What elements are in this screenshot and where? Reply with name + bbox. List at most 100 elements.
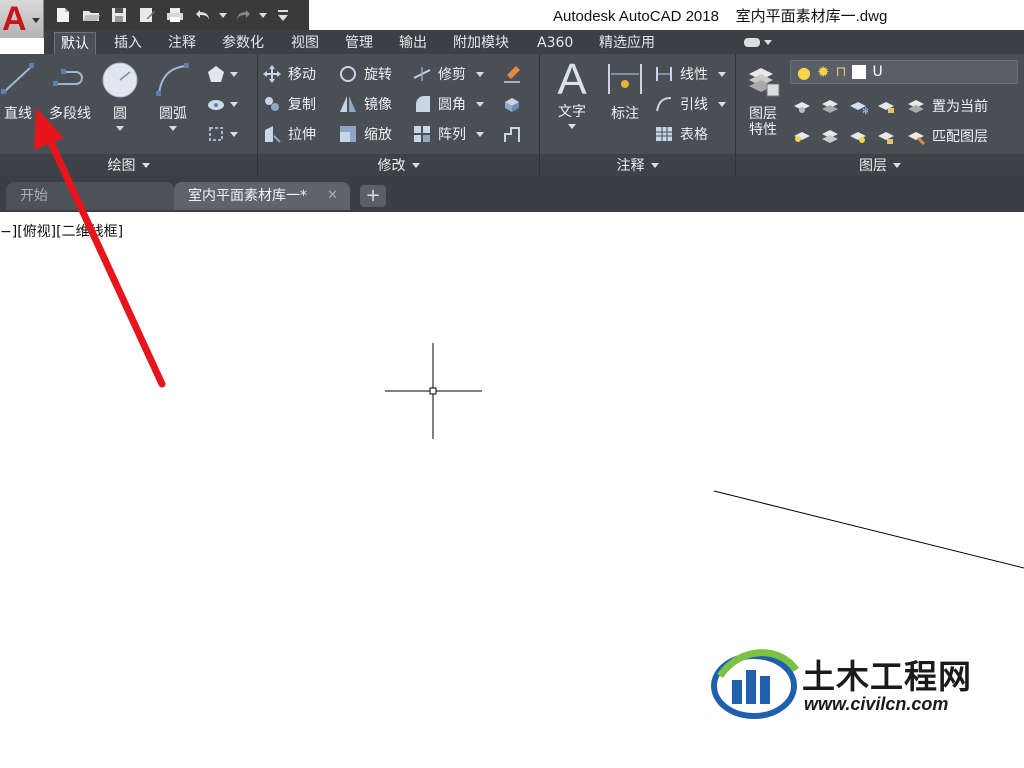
save-icon bbox=[112, 8, 126, 22]
fillet-button[interactable]: 圆角 bbox=[412, 92, 484, 116]
offset-icon bbox=[504, 127, 520, 142]
chevron-down-icon bbox=[230, 71, 238, 77]
rotate-button[interactable]: 旋转 bbox=[338, 62, 392, 86]
layer-properties-button[interactable]: 图层 特性 bbox=[740, 60, 786, 137]
drawing-tab-label: 室内平面素材库一* bbox=[188, 188, 307, 204]
panel-toggle-icon bbox=[744, 37, 760, 47]
new-tab-button[interactable]: + bbox=[360, 185, 386, 207]
layer-lock-button[interactable] bbox=[876, 94, 904, 118]
watermark-url: www.civilcn.com bbox=[804, 694, 949, 714]
layer-properties-label: 图层 bbox=[749, 106, 777, 122]
scale-button[interactable]: 缩放 bbox=[338, 122, 392, 146]
match-layer-label: 匹配图层 bbox=[932, 129, 988, 145]
layer-thaw-icon bbox=[850, 132, 866, 143]
draw-panel-title[interactable]: 绘图 bbox=[0, 154, 257, 176]
leader-label: 引线 bbox=[680, 97, 708, 113]
boundary-button[interactable] bbox=[206, 122, 240, 146]
new-button[interactable] bbox=[50, 3, 76, 27]
match-layer-button[interactable]: 匹配图层 bbox=[906, 124, 988, 148]
tab-parametric[interactable]: 参数化 bbox=[216, 32, 270, 54]
linear-dimension-button[interactable]: 线性 bbox=[654, 62, 726, 86]
layer-unisolate-button[interactable] bbox=[820, 124, 848, 148]
layer-on-button[interactable] bbox=[792, 124, 820, 148]
leader-button[interactable]: 引线 bbox=[654, 92, 726, 116]
start-tab[interactable]: 开始 bbox=[6, 182, 174, 210]
stretch-label: 拉伸 bbox=[288, 127, 316, 143]
open-icon bbox=[83, 11, 100, 21]
mirror-button[interactable]: 镜像 bbox=[338, 92, 392, 116]
draw-panel-label: 绘图 bbox=[107, 158, 136, 174]
close-icon[interactable]: ✕ bbox=[327, 182, 338, 210]
chevron-down-icon bbox=[718, 71, 726, 77]
table-icon bbox=[656, 127, 672, 141]
stretch-button[interactable]: 拉伸 bbox=[262, 122, 316, 146]
hatch-icon bbox=[208, 100, 224, 110]
annotation-panel-title[interactable]: 注释 bbox=[540, 154, 735, 176]
chevron-down-icon bbox=[476, 101, 484, 107]
undo-dropdown[interactable] bbox=[218, 3, 228, 27]
layers-panel: 图层 特性 ● ✹ ⊓ U ✻ 置为当前 匹配图层 图层 bbox=[736, 54, 1024, 176]
redo-button[interactable] bbox=[230, 3, 256, 27]
array-button[interactable]: 阵列 bbox=[412, 122, 484, 146]
customize-button[interactable] bbox=[270, 3, 296, 27]
chevron-down-icon bbox=[476, 131, 484, 137]
draw-panel: 直线 多段线 圆 圆弧 绘图 bbox=[0, 54, 258, 176]
rotate-icon bbox=[340, 66, 356, 82]
hatch-button[interactable] bbox=[206, 92, 240, 116]
modify-panel-title[interactable]: 修改 bbox=[258, 154, 539, 176]
svg-text:✻: ✻ bbox=[862, 107, 868, 116]
tab-home[interactable]: 默认 bbox=[54, 32, 96, 54]
table-button[interactable]: 表格 bbox=[654, 122, 708, 146]
circle-button[interactable]: 圆 bbox=[98, 60, 142, 131]
move-label: 移动 bbox=[288, 67, 316, 83]
layer-freeze-button[interactable]: ✻ bbox=[848, 94, 876, 118]
explode-icon bbox=[505, 98, 519, 112]
layer-unlock-button[interactable] bbox=[876, 124, 904, 148]
tab-featured-apps[interactable]: 精选应用 bbox=[593, 32, 661, 54]
polygon-button[interactable] bbox=[206, 62, 240, 86]
application-menu-button[interactable]: A bbox=[0, 0, 44, 38]
arc-label: 圆弧 bbox=[159, 106, 187, 122]
layer-thaw-button[interactable] bbox=[848, 124, 876, 148]
save-as-button[interactable] bbox=[134, 3, 160, 27]
layer-dropdown[interactable]: ● ✹ ⊓ U bbox=[790, 60, 1018, 84]
layers-panel-title[interactable]: 图层 bbox=[736, 154, 1024, 176]
undo-button[interactable] bbox=[190, 3, 216, 27]
tab-view[interactable]: 视图 bbox=[285, 32, 325, 54]
explode-button[interactable] bbox=[502, 92, 536, 116]
tab-output[interactable]: 输出 bbox=[393, 32, 433, 54]
layer-off-button[interactable] bbox=[792, 94, 820, 118]
tab-a360[interactable]: A360 bbox=[531, 32, 579, 54]
tab-addins[interactable]: 附加模块 bbox=[447, 32, 515, 54]
dimension-button[interactable]: 标注 bbox=[602, 60, 648, 122]
open-button[interactable] bbox=[78, 3, 104, 27]
tab-insert[interactable]: 插入 bbox=[108, 32, 148, 54]
offset-button[interactable] bbox=[502, 122, 536, 146]
copy-button[interactable]: 复制 bbox=[262, 92, 316, 116]
save-button[interactable] bbox=[106, 3, 132, 27]
redo-dropdown[interactable] bbox=[258, 3, 268, 27]
line-button[interactable]: 直线 bbox=[0, 60, 42, 122]
viewport-controls[interactable]: −][俯视][二维线框] bbox=[0, 221, 123, 241]
move-button[interactable]: 移动 bbox=[262, 62, 316, 86]
trim-button[interactable]: 修剪 bbox=[412, 62, 484, 86]
arc-button[interactable]: 圆弧 bbox=[150, 60, 196, 131]
erase-button[interactable] bbox=[502, 62, 536, 86]
drawing-tab[interactable]: 室内平面素材库一* ✕ bbox=[174, 182, 350, 210]
dimension-icon bbox=[608, 64, 642, 94]
print-button[interactable] bbox=[162, 3, 188, 27]
chevron-down-icon bbox=[230, 131, 238, 137]
set-current-button[interactable]: 置为当前 bbox=[906, 94, 988, 118]
line-label: 直线 bbox=[4, 106, 32, 122]
ribbon-minimize-toggle[interactable] bbox=[744, 35, 778, 49]
tab-manage[interactable]: 管理 bbox=[339, 32, 379, 54]
tab-annotate[interactable]: 注释 bbox=[162, 32, 202, 54]
layer-isolate-button[interactable] bbox=[820, 94, 848, 118]
layer-lock-icon bbox=[878, 102, 894, 113]
annotation-panel-label: 注释 bbox=[616, 158, 645, 174]
polyline-button[interactable]: 多段线 bbox=[44, 60, 96, 122]
chevron-down-icon bbox=[893, 162, 901, 168]
text-button[interactable]: A 文字 bbox=[550, 56, 594, 129]
svg-text:A: A bbox=[557, 56, 587, 100]
customize-icon bbox=[278, 10, 288, 21]
